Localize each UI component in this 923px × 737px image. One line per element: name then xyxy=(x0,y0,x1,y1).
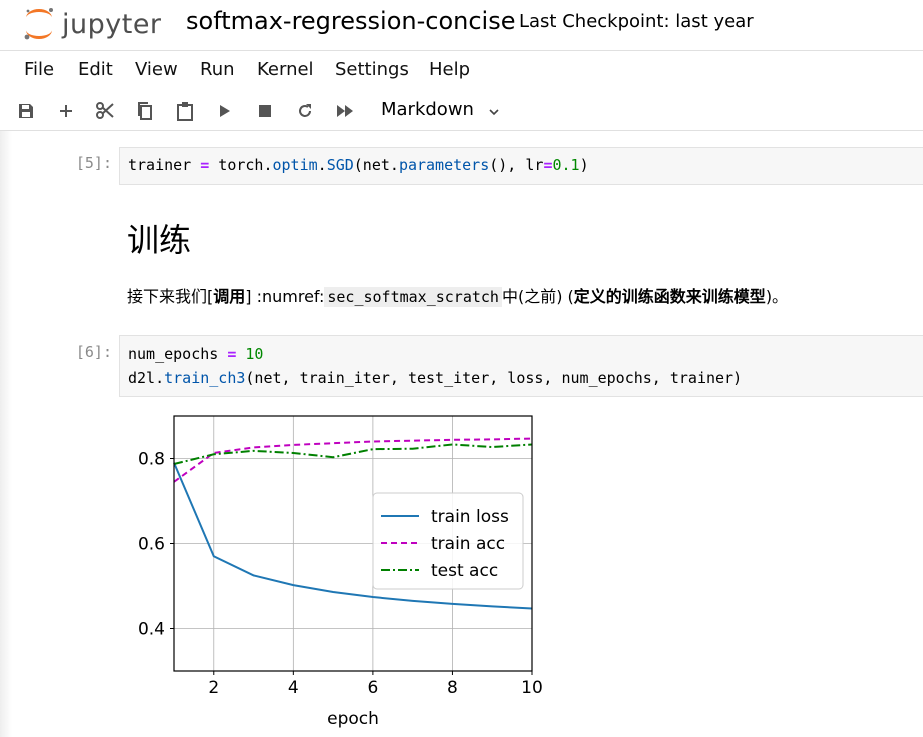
code-line: num_epochs = 10 xyxy=(128,345,264,363)
header: jupyter softmax-regression-concise Last … xyxy=(0,0,923,51)
chart-legend: train loss train acc test acc xyxy=(372,492,524,590)
para-text: 中(之前) ( xyxy=(501,287,574,306)
code-cell-6[interactable]: num_epochs = 10 d2l.train_ch3(net, train… xyxy=(119,335,923,397)
x-tick-label: 6 xyxy=(367,678,378,698)
notebook-left-edge xyxy=(0,131,12,737)
series-line-test-acc xyxy=(173,443,533,465)
para-text: )。 xyxy=(765,287,789,306)
notebook-title[interactable]: softmax-regression-concise xyxy=(186,7,515,35)
logo-text: jupyter xyxy=(62,8,162,40)
checkpoint-status: Last Checkpoint: last year xyxy=(519,11,754,32)
series-line-train-acc xyxy=(173,437,533,483)
para-bold: 定义的训练函数来训练模型 xyxy=(573,287,766,306)
y-tick-label: 0.8 xyxy=(138,450,165,470)
stop-icon xyxy=(259,105,271,117)
toolbar: Markdown xyxy=(0,92,923,131)
save-icon xyxy=(19,104,33,118)
menu-file[interactable]: File xyxy=(24,59,54,80)
legend-label: test acc xyxy=(431,561,498,581)
copy-button[interactable] xyxy=(131,98,159,124)
copy-icon xyxy=(138,102,152,120)
run-button[interactable] xyxy=(211,98,239,124)
restart-button[interactable] xyxy=(291,98,319,124)
menu-view[interactable]: View xyxy=(135,59,178,80)
markdown-paragraph: 接下来我们[调用] :numref: sec_softmax_scratch 中(之… xyxy=(127,283,788,307)
x-tick-label: 10 xyxy=(521,678,543,698)
code-line: d2l.train_ch3(net, train_iter, test_iter… xyxy=(128,369,743,387)
x-axis-label: epoch xyxy=(327,709,379,729)
output-chart: 2 4 6 8 10 0.4 0.6 0.8 epoch train loss train ac… xyxy=(138,415,543,729)
menu-settings[interactable]: Settings xyxy=(335,59,409,80)
save-button[interactable] xyxy=(12,98,40,124)
paste-icon xyxy=(177,102,193,121)
code-line: trainer = torch.optim.SGD(net.parameters… xyxy=(128,156,589,174)
menu-edit[interactable]: Edit xyxy=(78,59,113,80)
paste-button[interactable] xyxy=(171,98,199,124)
y-tick-label: 0.6 xyxy=(138,535,165,555)
legend-label: train acc xyxy=(431,534,505,554)
para-text: 接下来我们[ xyxy=(127,287,214,306)
markdown-heading: 训练 xyxy=(127,221,192,259)
cell-type-label: Markdown xyxy=(381,99,474,120)
menu-kernel[interactable]: Kernel xyxy=(257,59,314,80)
cell-type-select[interactable]: Markdown xyxy=(381,99,499,120)
x-tick-label: 8 xyxy=(447,678,458,698)
restart-icon xyxy=(299,104,311,117)
legend-label: train loss xyxy=(431,507,509,527)
run-all-button[interactable] xyxy=(331,98,359,124)
menu-bar: File Edit View Run Kernel Settings Help xyxy=(0,51,923,89)
stop-button[interactable] xyxy=(251,98,279,124)
cell-prompt: [6]: xyxy=(75,343,112,361)
code-cell-5[interactable]: trainer = torch.optim.SGD(net.parameters… xyxy=(119,147,923,185)
menu-help[interactable]: Help xyxy=(429,59,470,80)
jupyter-logo-icon xyxy=(24,8,53,40)
menu-run[interactable]: Run xyxy=(200,59,235,80)
y-tick-label: 0.4 xyxy=(138,620,165,640)
add-icon xyxy=(60,105,72,117)
x-tick-label: 2 xyxy=(208,678,219,698)
para-text: ] :numref: xyxy=(245,287,325,306)
chevron-down-icon xyxy=(489,109,499,116)
inline-code: sec_softmax_scratch xyxy=(324,287,502,307)
fast-forward-icon xyxy=(337,105,353,117)
x-tick-label: 4 xyxy=(288,678,299,698)
para-bold: 调用 xyxy=(213,287,246,306)
cut-icon xyxy=(96,102,114,119)
cell-prompt: [5]: xyxy=(75,154,112,172)
run-icon xyxy=(220,105,230,117)
jupyter-logo[interactable]: jupyter xyxy=(22,4,162,44)
cut-button[interactable] xyxy=(91,98,119,124)
add-cell-button[interactable] xyxy=(52,98,80,124)
